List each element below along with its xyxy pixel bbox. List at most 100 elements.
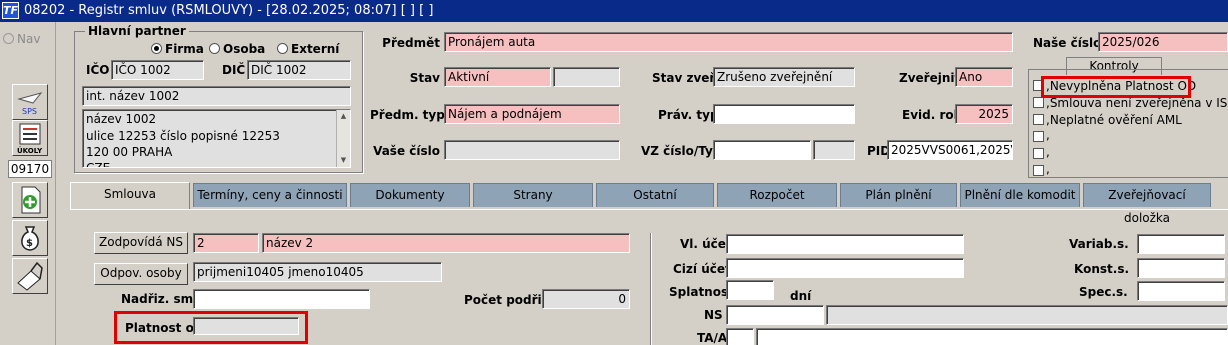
stav-zver-label: Stav zveř.: [652, 71, 719, 85]
svg-text:SPS: SPS: [22, 107, 37, 116]
splatnost-field[interactable]: [726, 280, 774, 300]
sps-button[interactable]: SPS: [12, 84, 48, 120]
partner-legend: Hlavní partner: [85, 24, 189, 38]
spec-label: Spec.s.: [1079, 285, 1128, 299]
kontrola-text-5: ,: [1046, 145, 1050, 159]
stav-label: Stav: [409, 71, 440, 85]
sps-plane-icon: SPS: [17, 92, 43, 116]
kontrola-check-3[interactable]: [1033, 114, 1044, 125]
money-bag-button[interactable]: $: [12, 220, 48, 256]
tab-strany[interactable]: Strany: [473, 183, 593, 207]
tab-dokumenty[interactable]: Dokumenty: [350, 183, 470, 207]
ta-field[interactable]: [726, 328, 754, 345]
pocet-label: Počet podřiz.: [464, 293, 554, 307]
scroll-up-icon[interactable]: ▲: [338, 111, 349, 122]
money-bag-icon: $: [21, 226, 39, 251]
nase-cislo-label: Naše číslo: [1033, 36, 1102, 50]
radio-firma[interactable]: Firma: [151, 42, 204, 56]
pocet-field[interactable]: 0: [542, 289, 630, 309]
nadriz-field[interactable]: [193, 289, 370, 309]
address-box[interactable]: název 1002 ulice 12253 číslo popisné 122…: [82, 109, 351, 168]
scroll-down-icon[interactable]: ▼: [338, 155, 349, 166]
evid-rok-label: Evid. rok: [902, 108, 962, 122]
zodpovida-name-field[interactable]: název 2: [262, 233, 630, 253]
nav-label: Nav: [17, 32, 41, 46]
dic-field[interactable]: DIČ 1002: [247, 60, 351, 80]
variab-field[interactable]: [1137, 234, 1225, 254]
tab-panel-border: [70, 209, 1228, 210]
stav-extra-field[interactable]: [553, 67, 620, 87]
predm-typ-label: Předm. typ: [370, 108, 445, 122]
add-document-icon: [21, 186, 41, 214]
odpov-osoby-field[interactable]: prijmeni10405 jmeno10405: [193, 262, 442, 282]
task-list-icon: ÚKOLY: [17, 123, 43, 155]
ns-name-field[interactable]: [826, 305, 1228, 325]
section-divider: [650, 233, 651, 345]
title-bar: TF 08202 - Registr smluv (RSMLOUVY) - [2…: [0, 0, 1228, 22]
zverejnit-field[interactable]: Ano: [955, 67, 1013, 87]
ico-field[interactable]: IČO 1002: [111, 60, 204, 80]
radio-osoba[interactable]: Osoba: [209, 42, 265, 56]
predm-typ-field[interactable]: Nájem a podnájem: [444, 104, 620, 124]
add-document-button[interactable]: [12, 182, 48, 218]
zodpovida-ns-button[interactable]: Zodpovídá NS: [94, 232, 188, 254]
tab-plan-plneni[interactable]: Plán plnění: [840, 183, 957, 207]
predmet-field[interactable]: Pronájem auta: [444, 32, 1013, 52]
odpov-osoby-button[interactable]: Odpov. osoby: [94, 263, 188, 285]
vase-cislo-field[interactable]: [444, 140, 620, 160]
stav-zver-field[interactable]: Zrušeno zveřejnění: [713, 67, 855, 87]
ukoly-button[interactable]: ÚKOLY: [12, 120, 48, 156]
ta-name-field[interactable]: [756, 328, 1228, 345]
stav-field[interactable]: Aktivní: [444, 67, 551, 87]
predmet-label: Předmět: [382, 36, 440, 50]
svg-text:ÚKOLY: ÚKOLY: [17, 146, 43, 155]
nadriz-label: Nadřiz. sml.: [121, 292, 202, 306]
tab-terminy[interactable]: Termíny, ceny a činnosti: [193, 183, 347, 207]
sign-button[interactable]: [12, 258, 48, 294]
kontrola-check-5[interactable]: [1033, 148, 1044, 159]
vz-cislo-field[interactable]: [713, 140, 811, 160]
spec-field[interactable]: [1137, 281, 1225, 301]
address-line-3: 120 00 PRAHA: [86, 145, 173, 159]
radio-externi[interactable]: Externí: [277, 42, 339, 56]
kontrola-check-6[interactable]: [1033, 165, 1044, 176]
window-title: 08202 - Registr smluv (RSMLOUVY) - [28.0…: [24, 3, 434, 18]
splatnost-label: Splatnost: [669, 285, 734, 299]
zodpovida-code-field[interactable]: 2: [193, 233, 259, 253]
ns-label: NS: [704, 308, 723, 322]
evid-rok-field[interactable]: 2025: [955, 104, 1013, 124]
pid-field[interactable]: 2025VVS0061,2025VV: [887, 140, 1013, 160]
vz-typ-field[interactable]: [813, 140, 855, 160]
prav-typ-field[interactable]: [713, 104, 855, 124]
tab-ostatni[interactable]: Ostatní: [596, 183, 714, 207]
kontrola-text-3: ,Neplatné ověření AML: [1046, 113, 1182, 127]
konst-field[interactable]: [1137, 258, 1225, 278]
nase-cislo-field[interactable]: 2025/026: [1098, 32, 1228, 52]
kontrola-check-4[interactable]: [1033, 131, 1044, 142]
tab-zverejnovaci[interactable]: Zveřejňovací doložka: [1083, 183, 1211, 225]
cizi-ucet-field[interactable]: [726, 258, 964, 278]
vl-ucet-field[interactable]: [726, 234, 964, 254]
variab-label: Variab.s.: [1069, 237, 1129, 251]
zverejnit-label: Zveřejnit: [899, 71, 961, 85]
app-icon: TF: [2, 2, 19, 19]
radio-firma-label: Firma: [165, 42, 204, 56]
kontrola-text-6: ,: [1046, 162, 1050, 176]
nav-radio[interactable]: Nav: [3, 32, 40, 46]
pen-sign-icon: [17, 261, 43, 291]
radio-osoba-label: Osoba: [223, 42, 266, 56]
tab-rozpocet[interactable]: Rozpočet: [717, 183, 837, 207]
radio-externi-label: Externí: [291, 42, 340, 56]
address-line-1: název 1002: [86, 112, 157, 126]
address-scrollbar[interactable]: ▲ ▼: [336, 110, 350, 167]
vz-label: VZ číslo/Typ: [641, 144, 722, 158]
kontrola-check-2[interactable]: [1033, 97, 1044, 108]
vase-cislo-label: Vaše číslo: [373, 144, 440, 158]
tab-plneni-komodit[interactable]: Plnění dle komodit: [960, 183, 1080, 207]
ns-field[interactable]: [726, 305, 824, 325]
tab-smlouva[interactable]: Smlouva: [70, 182, 190, 210]
vl-ucet-label: Vl. účet: [680, 237, 732, 251]
svg-text:$: $: [26, 238, 33, 249]
int-name-field[interactable]: int. název 1002: [82, 86, 351, 106]
kontrola-text-4: ,: [1046, 128, 1050, 142]
